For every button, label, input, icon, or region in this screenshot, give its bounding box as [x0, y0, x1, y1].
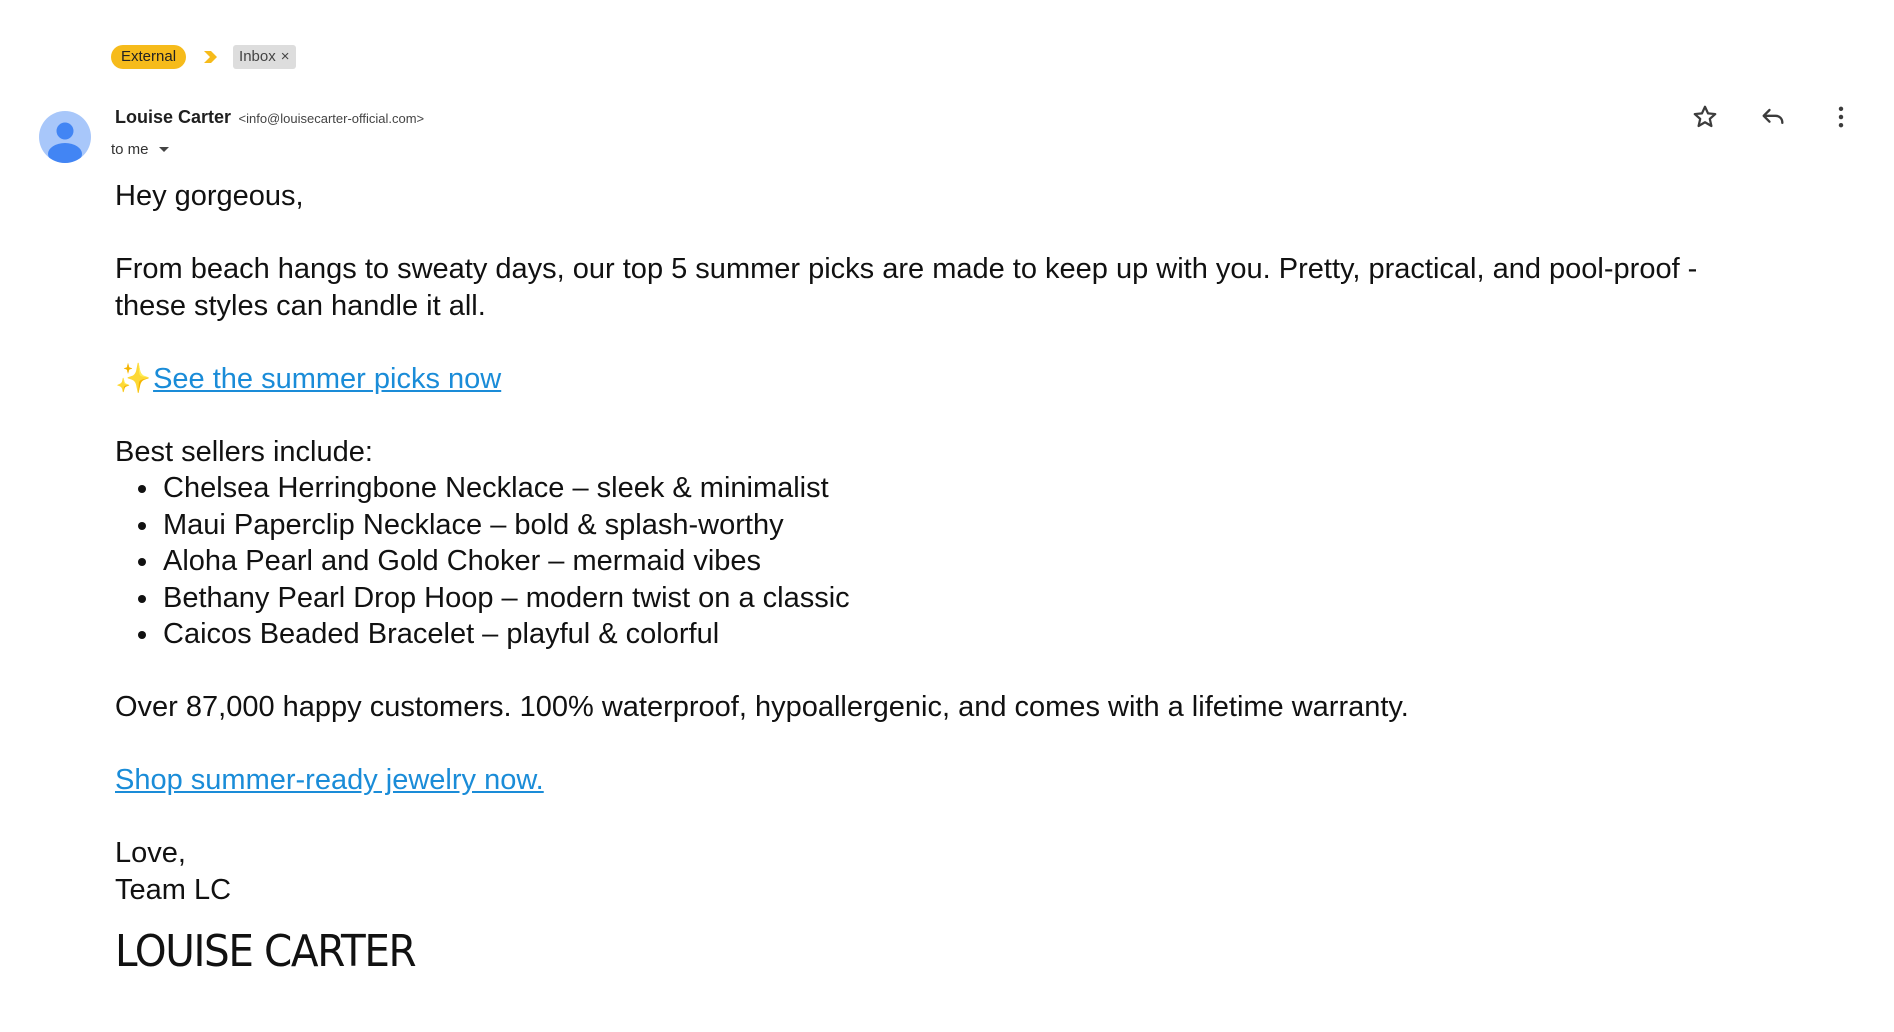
- signoff: Love,: [115, 837, 186, 869]
- inbox-label[interactable]: Inbox ×: [233, 45, 296, 69]
- shop-jewelry-link[interactable]: Shop summer-ready jewelry now.: [115, 764, 544, 796]
- shop-line: Shop summer-ready jewelry now.: [115, 762, 1755, 799]
- list-item: Caicos Beaded Bracelet – playful & color…: [161, 616, 1755, 653]
- message-actions: [1684, 100, 1894, 134]
- external-label: External: [111, 45, 187, 69]
- best-sellers-list: Chelsea Herringbone Necklace – sleek & m…: [115, 470, 1755, 653]
- summer-picks-link[interactable]: See the summer picks now: [153, 363, 501, 395]
- sparkle-icon: ✨: [115, 362, 152, 395]
- sender-line: Louise Carter <info@louisecarter-officia…: [115, 107, 424, 128]
- best-sellers-heading: Best sellers include:: [115, 435, 373, 468]
- sender-avatar[interactable]: [39, 111, 91, 163]
- reply-icon[interactable]: [1756, 100, 1790, 134]
- list-item: Chelsea Herringbone Necklace – sleek & m…: [161, 470, 1755, 507]
- cta-line: ✨ See the summer picks now: [115, 361, 1755, 398]
- remove-label-icon[interactable]: ×: [281, 45, 290, 69]
- more-vert-icon[interactable]: [1824, 100, 1858, 134]
- message-body: Hey gorgeous, From beach hangs to sweaty…: [115, 178, 1755, 908]
- recipient-label: to me: [111, 141, 149, 158]
- person-icon: [48, 122, 82, 163]
- importance-marker-icon[interactable]: [202, 49, 220, 65]
- list-item: Aloha Pearl and Gold Choker – mermaid vi…: [161, 543, 1755, 580]
- social-proof-text: Over 87,000 happy customers. 100% waterp…: [115, 691, 1409, 723]
- chevron-down-icon: [158, 147, 169, 152]
- signature: Team LC: [115, 873, 232, 906]
- list-item: Maui Paperclip Necklace – bold & splash-…: [161, 507, 1755, 544]
- star-icon[interactable]: [1688, 100, 1722, 134]
- sender-name[interactable]: Louise Carter: [115, 107, 231, 127]
- list-item: Bethany Pearl Drop Hoop – modern twist o…: [161, 580, 1755, 617]
- intro-paragraph: From beach hangs to sweaty days, our top…: [115, 253, 1698, 322]
- greeting: Hey gorgeous,: [115, 180, 304, 212]
- brand-logo: LOUISE CARTER: [115, 926, 417, 977]
- recipient-details-toggle[interactable]: to me: [111, 141, 169, 158]
- label-row: External Inbox ×: [111, 45, 296, 69]
- sender-email: <info@louisecarter-official.com>: [238, 111, 425, 126]
- inbox-label-text: Inbox: [239, 48, 276, 65]
